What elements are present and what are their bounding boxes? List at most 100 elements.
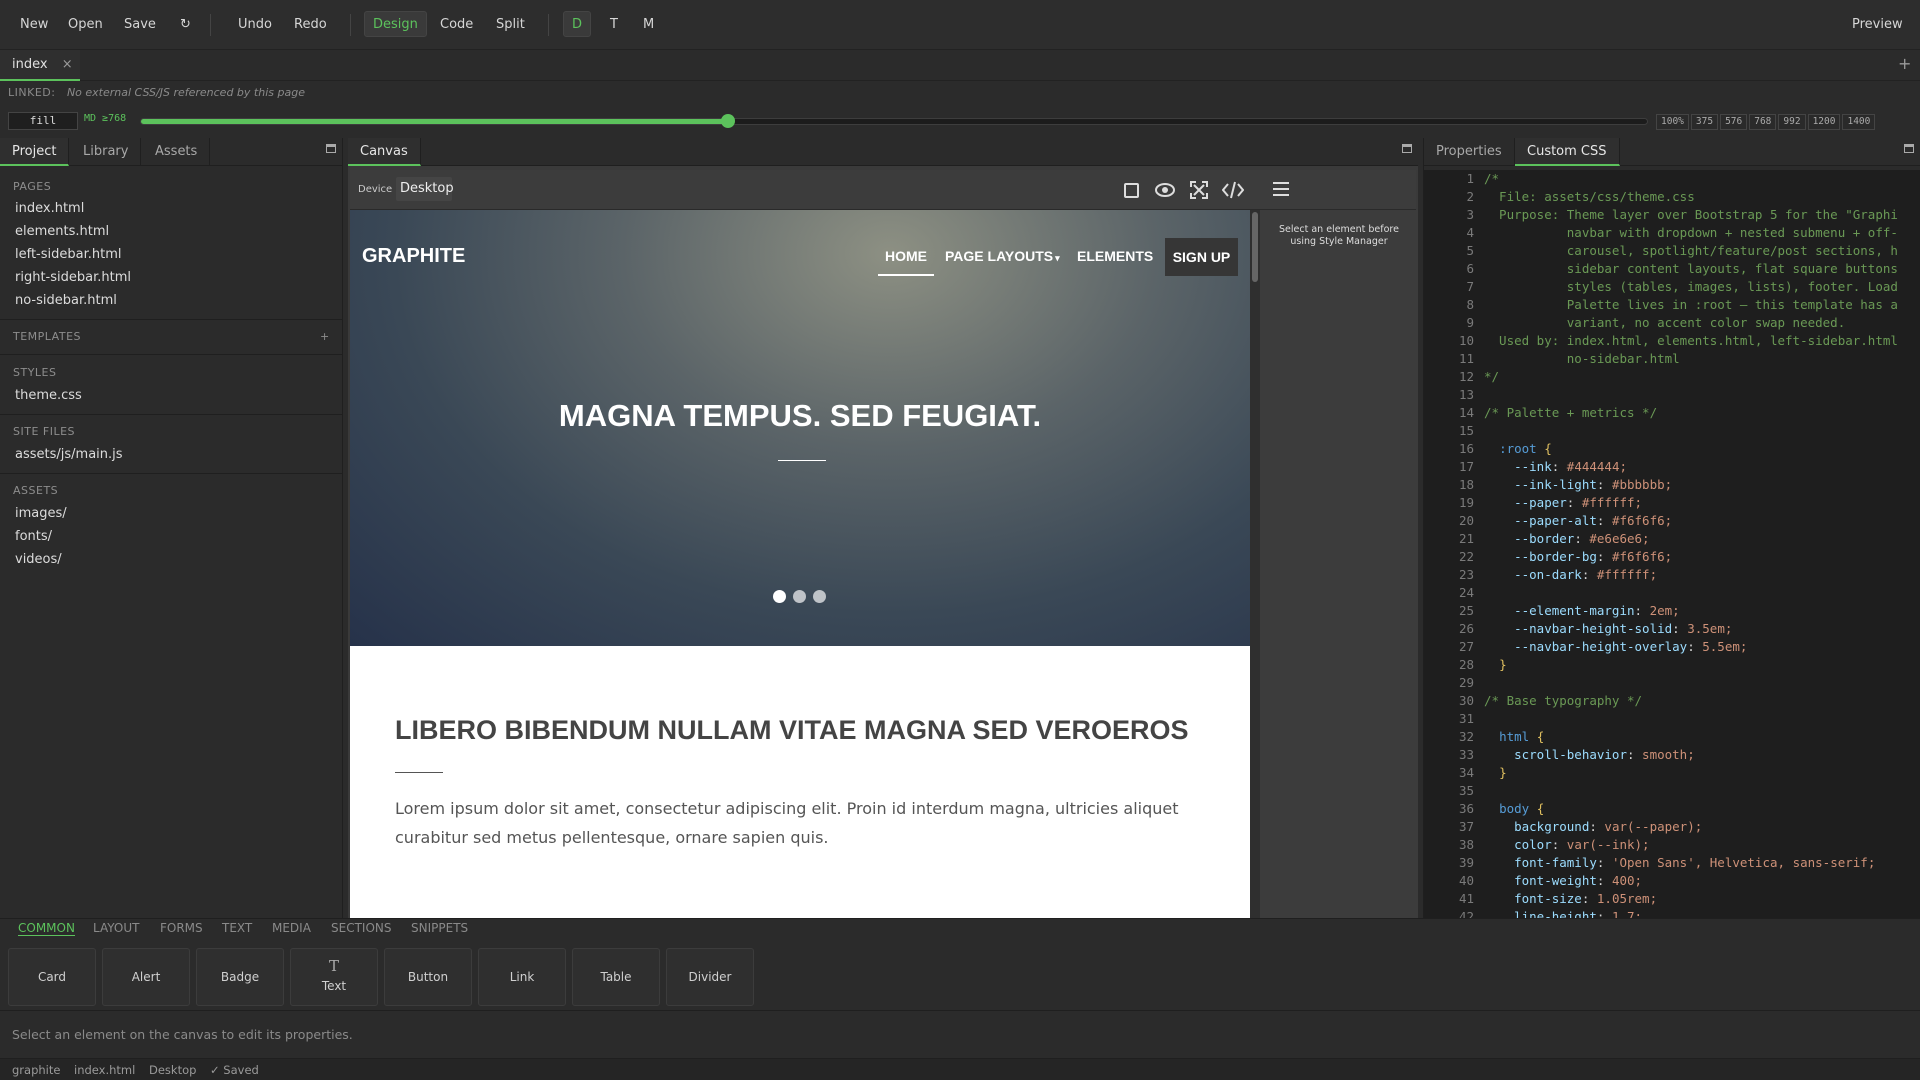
top-toolbar: New Open Save ↻ Undo Redo Design Code Sp…	[0, 0, 1920, 50]
comp-tab-media[interactable]: MEDIA	[272, 921, 311, 935]
site-logo[interactable]: GRAPHITE	[362, 245, 465, 268]
css-code-editor[interactable]: 1/* 2 File: assets/css/theme.css 3 Purpose…	[1424, 170, 1920, 926]
tab-canvas[interactable]: Canvas	[348, 138, 421, 166]
code-line: 40 font-weight: 400;	[1424, 872, 1904, 890]
folder-images[interactable]: images/	[15, 506, 67, 521]
tab-custom-css[interactable]: Custom CSS	[1515, 138, 1620, 166]
code-view-icon[interactable]	[1222, 181, 1244, 199]
comp-tab-snippets[interactable]: SNIPPETS	[411, 921, 468, 935]
device-select[interactable]: Desktop	[396, 177, 454, 201]
folder-videos[interactable]: videos/	[15, 552, 62, 567]
comp-tab-common[interactable]: COMMON	[18, 921, 75, 936]
component-divider[interactable]: Divider	[666, 948, 754, 1006]
width-preset-3[interactable]: 768	[1749, 114, 1777, 130]
device-mobile-button[interactable]: M	[635, 12, 662, 38]
tab-project[interactable]: Project	[0, 138, 70, 166]
redo-button[interactable]: Redo	[286, 12, 335, 38]
width-preset-2[interactable]: 576	[1720, 114, 1748, 130]
line-number: 10	[1458, 333, 1474, 348]
fullscreen-icon[interactable]	[1190, 181, 1208, 199]
design-mode-button[interactable]: Design	[364, 11, 427, 37]
component-button[interactable]: Button	[384, 948, 472, 1006]
carousel-indicator-2[interactable]	[793, 590, 806, 603]
component-link[interactable]: Link	[478, 948, 566, 1006]
viewport-slider-track[interactable]	[140, 114, 1648, 128]
device-tablet-button[interactable]: T	[602, 12, 626, 38]
width-preset-6[interactable]: 1400	[1842, 114, 1876, 130]
line-number: 5	[1466, 243, 1474, 258]
layers-menu-icon[interactable]	[1272, 181, 1290, 197]
comp-tab-layout[interactable]: LAYOUT	[93, 921, 139, 935]
outline-toggle-icon[interactable]	[1124, 183, 1139, 198]
new-button[interactable]: New	[12, 12, 56, 38]
component-card[interactable]: Card	[8, 948, 96, 1006]
file-item-elements[interactable]: elements.html	[15, 224, 109, 239]
component-table[interactable]: Table	[572, 948, 660, 1006]
comp-tab-sections[interactable]: SECTIONS	[331, 921, 392, 935]
maximize-icon[interactable]	[1402, 144, 1412, 153]
code-text: }	[1499, 765, 1507, 780]
hero-title: MAGNA TEMPUS. SED FEUGIAT.	[558, 398, 1042, 433]
file-item-right-sidebar[interactable]: right-sidebar.html	[15, 270, 131, 285]
line-number: 31	[1458, 711, 1474, 726]
line-number: 24	[1458, 585, 1474, 600]
code-mode-button[interactable]: Code	[432, 12, 481, 38]
nav-home[interactable]: HOME	[878, 248, 934, 276]
comp-tab-forms[interactable]: FORMS	[160, 921, 203, 935]
scrollbar-thumb[interactable]	[1252, 212, 1258, 282]
line-number: 30	[1458, 693, 1474, 708]
line-number: 37	[1458, 819, 1474, 834]
sign-up-button[interactable]: SIGN UP	[1165, 238, 1238, 276]
open-button[interactable]: Open	[60, 12, 111, 38]
file-item-no-sidebar[interactable]: no-sidebar.html	[15, 293, 117, 308]
code-line: 4 navbar with dropdown + nested submenu …	[1424, 224, 1904, 242]
nav-page-layouts[interactable]: PAGE LAYOUTS ▾	[945, 248, 1060, 264]
split-mode-button[interactable]: Split	[488, 12, 533, 38]
toolbar-divider	[210, 14, 211, 36]
component-text[interactable]: T Text	[290, 948, 378, 1006]
comp-tab-text[interactable]: TEXT	[222, 921, 252, 935]
viewport-slider-handle[interactable]	[721, 114, 736, 128]
close-icon[interactable]: ×	[62, 57, 73, 72]
maximize-icon[interactable]	[326, 144, 336, 153]
tab-assets[interactable]: Assets	[143, 138, 211, 166]
component-badge[interactable]: Badge	[196, 948, 284, 1006]
eye-icon[interactable]	[1154, 181, 1176, 199]
refresh-icon[interactable]: ↻	[172, 12, 199, 38]
code-line: 34 }	[1424, 764, 1904, 782]
code-text: Used by: index.html, elements.html, left…	[1484, 333, 1898, 348]
canvas-scrollbar[interactable]	[1250, 210, 1260, 926]
code-line: 5 carousel, spotlight/feature/post secti…	[1424, 242, 1904, 260]
width-preset-1[interactable]: 375	[1690, 114, 1719, 130]
tab-library[interactable]: Library	[71, 138, 142, 166]
line-number: 7	[1466, 279, 1474, 294]
file-item-left-sidebar[interactable]: left-sidebar.html	[15, 247, 122, 262]
maximize-icon[interactable]	[1904, 144, 1914, 153]
save-button[interactable]: Save	[116, 12, 164, 38]
fill-toggle[interactable]: fill	[8, 112, 78, 130]
width-preset-4[interactable]: 992	[1778, 114, 1806, 130]
preview-button[interactable]: Preview	[1844, 12, 1911, 38]
code-line: 29	[1424, 674, 1904, 692]
code-line: 22 --border-bg: #f6f6f6;	[1424, 548, 1904, 566]
width-preset-0[interactable]: 100%	[1656, 114, 1689, 130]
width-preset-5[interactable]: 1200	[1807, 114, 1841, 130]
carousel-indicator-3[interactable]	[813, 590, 826, 603]
component-alert[interactable]: Alert	[102, 948, 190, 1006]
line-number: 22	[1458, 549, 1474, 564]
tab-properties[interactable]: Properties	[1424, 138, 1515, 166]
line-number: 19	[1458, 495, 1474, 510]
folder-fonts[interactable]: fonts/	[15, 529, 52, 544]
file-item-theme-css[interactable]: theme.css	[15, 388, 82, 403]
file-item-main-js[interactable]: assets/js/main.js	[15, 447, 123, 462]
file-item-index[interactable]: index.html	[15, 201, 84, 216]
add-tab-icon[interactable]: +	[1898, 54, 1911, 73]
add-template-icon[interactable]: +	[320, 330, 329, 343]
line-number: 8	[1466, 297, 1474, 312]
carousel-indicator-1[interactable]	[773, 590, 786, 603]
code-line: 27 --navbar-height-overlay: 5.5em;	[1424, 638, 1904, 656]
undo-button[interactable]: Undo	[230, 12, 280, 38]
document-tab-index[interactable]: index ×	[0, 50, 80, 81]
nav-elements[interactable]: ELEMENTS	[1077, 248, 1153, 264]
device-desktop-button[interactable]: D	[563, 11, 592, 37]
